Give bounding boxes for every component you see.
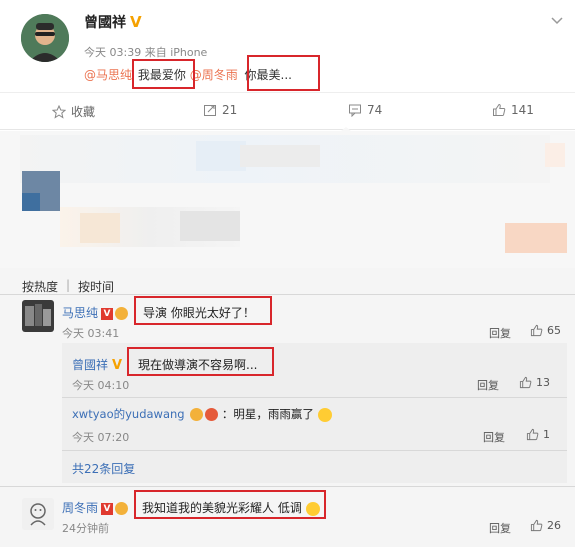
comment-time: 24分钟前 bbox=[62, 522, 109, 535]
post-author-label[interactable]: 曾國祥 bbox=[84, 15, 126, 31]
thumbs-up-icon bbox=[530, 324, 543, 337]
verified-badge-icon: V bbox=[130, 13, 142, 31]
more-replies-link[interactable]: 共22条回复 bbox=[72, 460, 135, 477]
reply-time: 今天 04:10 bbox=[72, 379, 130, 392]
reply-button[interactable]: 回复 bbox=[483, 429, 505, 445]
member-badge-icon bbox=[115, 307, 129, 320]
comment-avatar[interactable] bbox=[22, 300, 54, 332]
reply-like-count: 1 bbox=[543, 428, 550, 441]
post-author-name[interactable]: 曾國祥 V bbox=[84, 12, 142, 32]
comment-count: 74 bbox=[367, 103, 383, 117]
divider bbox=[0, 294, 575, 295]
sort-divider: | bbox=[66, 278, 71, 292]
reply-button[interactable]: 回复 bbox=[489, 325, 511, 341]
comment-author[interactable]: 马思纯 V bbox=[62, 304, 129, 321]
level-badge-icon bbox=[205, 408, 219, 421]
reply-like-button[interactable]: 13 bbox=[519, 376, 550, 389]
chevron-down-icon[interactable] bbox=[549, 12, 565, 28]
thumbs-up-icon bbox=[526, 428, 539, 441]
comment-time: 今天 03:41 bbox=[62, 327, 120, 340]
laughing-emoji-icon bbox=[317, 407, 332, 422]
divider bbox=[0, 486, 575, 487]
member-badge-icon bbox=[115, 502, 129, 515]
thumbs-up-icon bbox=[530, 519, 543, 532]
thumbs-up-icon bbox=[493, 103, 506, 116]
comment-avatar[interactable] bbox=[22, 498, 54, 530]
mention-link-1[interactable]: @马思纯 bbox=[84, 68, 132, 82]
comment-like-button[interactable]: 26 bbox=[530, 519, 561, 532]
verified-badge-icon: V bbox=[112, 358, 123, 373]
star-icon bbox=[52, 104, 66, 119]
reply-like-button[interactable]: 1 bbox=[526, 428, 550, 441]
like-button[interactable]: 141 bbox=[492, 103, 534, 117]
reply-button[interactable]: 回复 bbox=[477, 377, 499, 393]
reply-author[interactable]: xwtyao的yudawang bbox=[72, 407, 185, 421]
reply-author-label[interactable]: 曾國祥 bbox=[72, 358, 108, 372]
reply-row: xwtyao的yudawang ：明星，雨雨赢了 bbox=[72, 406, 332, 422]
reply-text: ：明星，雨雨赢了 bbox=[221, 407, 314, 421]
like-count: 141 bbox=[511, 103, 534, 117]
comment-like-count: 65 bbox=[547, 324, 561, 337]
comment-icon bbox=[349, 104, 361, 117]
repost-button[interactable]: 21 bbox=[203, 103, 237, 117]
thumbs-up-icon bbox=[519, 376, 532, 389]
sort-by-hot[interactable]: 按热度 bbox=[22, 278, 58, 295]
vip-badge-icon: V bbox=[101, 307, 114, 320]
blurred-region bbox=[0, 131, 575, 268]
repost-count: 21 bbox=[222, 103, 238, 117]
reply-like-count: 13 bbox=[536, 376, 550, 389]
favorite-button[interactable]: 收藏 bbox=[52, 103, 95, 120]
reply-button[interactable]: 回复 bbox=[489, 520, 511, 536]
comment-like-count: 26 bbox=[547, 519, 561, 532]
divider bbox=[62, 450, 567, 451]
reply-author[interactable]: 曾國祥 V bbox=[72, 356, 122, 373]
highlight-box bbox=[127, 347, 274, 376]
post-author-avatar[interactable] bbox=[21, 14, 69, 62]
post-action-bar: 收藏 21 74 141 bbox=[0, 92, 575, 131]
mention-link-2[interactable]: @周冬雨 bbox=[190, 68, 238, 82]
sort-by-time[interactable]: 按时间 bbox=[78, 278, 114, 295]
highlight-box bbox=[134, 490, 326, 519]
comment-like-button[interactable]: 65 bbox=[530, 324, 561, 337]
comment-author-label[interactable]: 马思纯 bbox=[62, 306, 98, 320]
reply-time: 今天 07:20 bbox=[72, 431, 130, 444]
comment-author[interactable]: 周冬雨 V bbox=[62, 499, 129, 516]
comment-button[interactable]: 74 bbox=[348, 103, 382, 117]
highlight-box bbox=[134, 296, 272, 325]
repost-icon bbox=[204, 105, 216, 116]
comment-author-label[interactable]: 周冬雨 bbox=[62, 501, 98, 515]
favorite-label: 收藏 bbox=[71, 105, 96, 119]
vip-badge-icon: V bbox=[101, 502, 114, 515]
highlight-box bbox=[132, 59, 195, 89]
highlight-box bbox=[247, 55, 320, 91]
post-timestamp: 今天 03:39 来自 iPhone bbox=[84, 46, 208, 59]
divider bbox=[62, 397, 567, 398]
member-badge-icon bbox=[190, 408, 204, 421]
